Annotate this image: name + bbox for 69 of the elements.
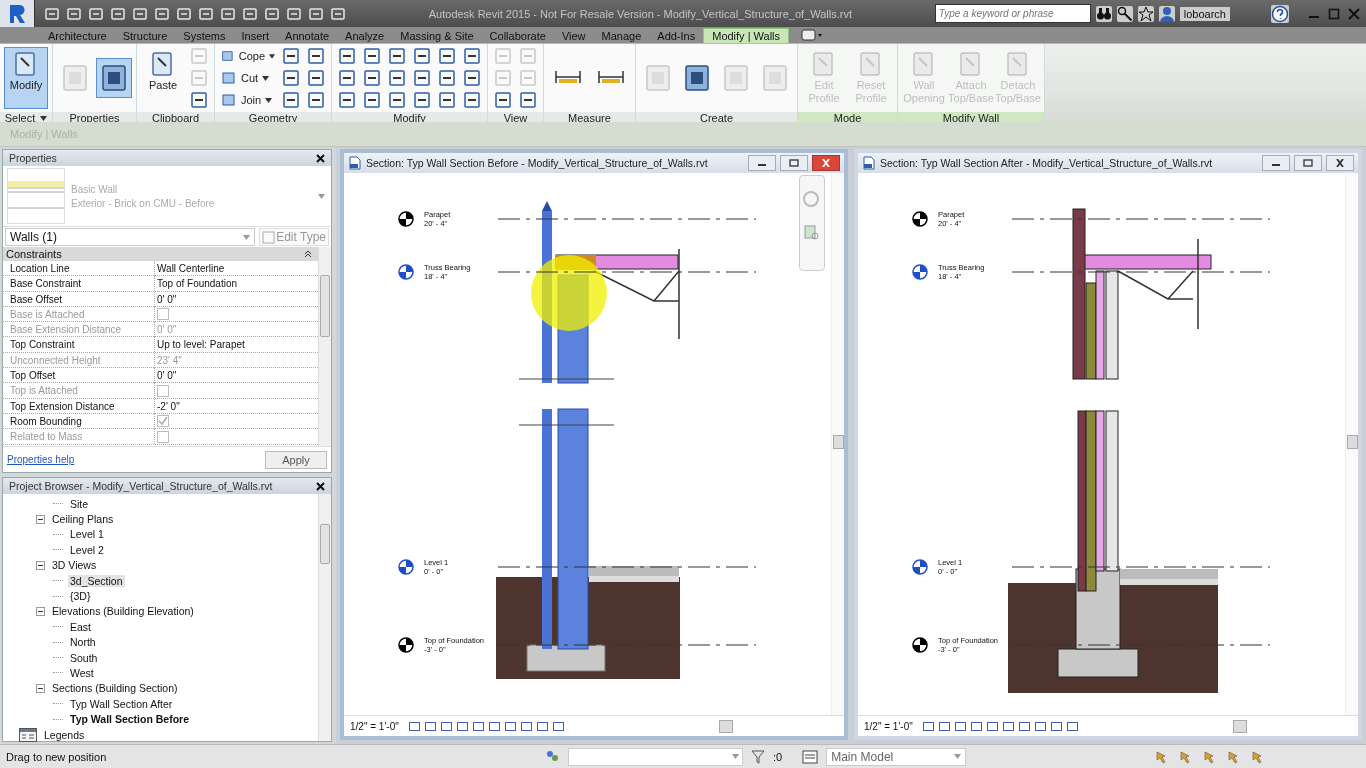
- ribbon-button[interactable]: Cope: [219, 46, 277, 66]
- search-field[interactable]: Type a keyword or phrase: [934, 4, 1091, 23]
- property-name: Top is Attached: [3, 383, 155, 399]
- property-value[interactable]: 0' 0": [155, 291, 318, 307]
- user-name[interactable]: loboarch: [1179, 6, 1230, 21]
- ribbon-tab[interactable]: Add-Ins: [649, 28, 704, 43]
- panel-title: Properties: [9, 152, 57, 164]
- property-name: Location Line: [3, 261, 155, 276]
- property-name: Related to Mass: [3, 429, 155, 445]
- tree-item[interactable]: Sections (Building Section): [50, 682, 180, 695]
- window-title: Autodesk Revit 2015 - Not For Resale Version - Modify_Vertical_Structure_of_Walls.rvt: [427, 7, 854, 20]
- property-value[interactable]: -2' 0": [155, 398, 318, 414]
- tree-item[interactable]: West: [68, 667, 96, 679]
- view-scale[interactable]: 1/2" = 1'-0": [350, 720, 399, 732]
- property-value[interactable]: Wall Centerline: [155, 261, 318, 276]
- property-name: Unconnected Height: [3, 352, 155, 368]
- ribbon-tab[interactable]: Massing & Site: [392, 28, 482, 43]
- ribbon-tab[interactable]: Architecture: [40, 28, 115, 43]
- property-value[interactable]: 0' 0": [155, 368, 318, 384]
- property-value[interactable]: Top of Foundation: [155, 276, 318, 292]
- view-title: Section: Typ Wall Section After - Modify_Vertical_Structure_of_Walls.rvt: [880, 157, 1214, 169]
- view-title: Section: Typ Wall Section Before - Modify_Vertical_Structure_of_Walls.rvt: [366, 157, 709, 169]
- property-value[interactable]: Up to level: Parapet: [155, 337, 318, 353]
- tree-item[interactable]: Typ Wall Section After: [68, 697, 175, 710]
- tree-item[interactable]: South: [68, 651, 100, 664]
- group-header[interactable]: Constraints: [6, 248, 62, 260]
- ribbon-tab[interactable]: Modify | Walls: [703, 28, 790, 43]
- view-scale[interactable]: 1/2" = 1'-0": [864, 720, 913, 732]
- instance-selector[interactable]: Walls (1): [5, 228, 256, 246]
- tree-item[interactable]: Level 2: [68, 543, 106, 556]
- property-name: Top Offset: [3, 368, 155, 384]
- tree-item[interactable]: {3D}: [68, 590, 93, 603]
- panel-title: Project Browser - Modify_Vertical_Structure_of_Walls.rvt: [9, 480, 273, 492]
- model-dropdown[interactable]: Main Model: [826, 747, 967, 766]
- property-name: Room Bounding: [3, 413, 155, 429]
- tree-item[interactable]: East: [68, 620, 93, 633]
- apply-button[interactable]: Apply: [265, 450, 327, 469]
- property-name: Base Extension Distance: [3, 322, 155, 338]
- tree-item[interactable]: Typ Wall Section Before: [68, 713, 192, 726]
- property-name: Base is Attached: [3, 306, 155, 322]
- property-name: Top Extension Distance: [3, 398, 155, 414]
- help-link[interactable]: Properties help: [7, 454, 75, 465]
- ribbon-tab[interactable]: View: [553, 28, 594, 43]
- ribbon-tab[interactable]: Analyze: [337, 28, 393, 43]
- tree-item[interactable]: 3d_Section: [68, 574, 125, 587]
- property-name: Base Constraint: [3, 276, 155, 292]
- property-name: Top Constraint: [3, 337, 155, 353]
- ribbon-tab[interactable]: Insert: [233, 28, 278, 43]
- tree-item[interactable]: Site: [68, 497, 91, 510]
- tree-item[interactable]: North: [68, 636, 98, 649]
- status-message: Drag to new position: [6, 750, 108, 763]
- ribbon-tab[interactable]: Manage: [593, 28, 650, 43]
- type-family: Basic Wall: [71, 183, 119, 195]
- selection-count: :0: [773, 750, 783, 763]
- tree-item[interactable]: 3D Views: [50, 559, 99, 572]
- ribbon-button[interactable]: Cut: [219, 68, 277, 88]
- tree-item[interactable]: Level 1: [68, 528, 106, 541]
- property-name: Base Offset: [3, 291, 155, 307]
- ribbon-tab[interactable]: Collaborate: [481, 28, 554, 43]
- type-name: Exterior - Brick on CMU - Before: [71, 197, 216, 209]
- ribbon-tab[interactable]: Annotate: [277, 28, 338, 43]
- tree-item[interactable]: Ceiling Plans: [50, 513, 116, 526]
- tree-item[interactable]: Elevations (Building Elevation): [50, 605, 196, 618]
- ribbon-tab[interactable]: Systems: [175, 28, 234, 43]
- ribbon-button[interactable]: Modify: [4, 47, 48, 109]
- ribbon-button[interactable]: Paste: [141, 47, 185, 109]
- ribbon-tab[interactable]: Structure: [114, 28, 176, 43]
- tree-item[interactable]: Legends: [42, 728, 87, 741]
- ribbon-button[interactable]: Join: [219, 90, 277, 110]
